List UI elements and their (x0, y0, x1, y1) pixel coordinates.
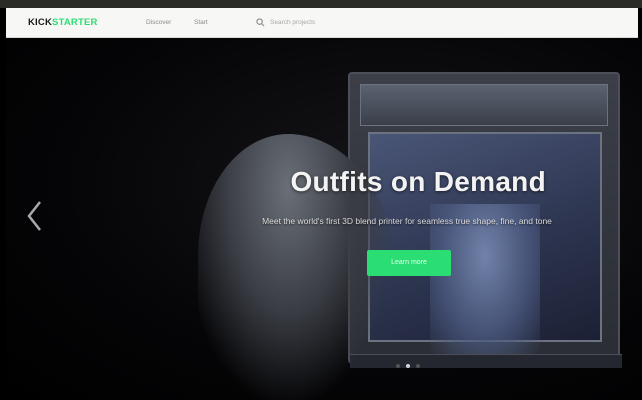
carousel-dot[interactable] (396, 364, 400, 368)
carousel-dot[interactable] (416, 364, 420, 368)
hero-subtitle: Meet the world's first 3D blend printer … (262, 216, 552, 226)
search-box[interactable] (256, 15, 376, 31)
carousel-dots (396, 364, 420, 372)
printed-garment (430, 204, 540, 354)
nav-link-discover[interactable]: Discover (146, 19, 171, 26)
site-logo[interactable]: KICKSTARTER (28, 17, 98, 28)
search-icon (256, 18, 265, 27)
search-input[interactable] (270, 16, 370, 29)
browser-top-strip (0, 0, 642, 8)
hero-carousel: Outfits on Demand Meet the world's first… (6, 38, 642, 400)
logo-main-text: KICK (28, 17, 53, 28)
nav-link-start[interactable]: Start (194, 19, 208, 26)
printer-top-bar (360, 84, 608, 126)
learn-more-button[interactable]: Learn more (367, 250, 451, 276)
printer-base (350, 354, 622, 368)
printer-window (368, 132, 602, 354)
top-navbar: KICKSTARTER Discover Start (6, 8, 638, 38)
chevron-left-icon[interactable] (24, 198, 46, 234)
hero-title: Outfits on Demand (290, 166, 546, 197)
carousel-dot[interactable] (406, 364, 410, 368)
logo-accent-text: STARTER (52, 17, 98, 28)
